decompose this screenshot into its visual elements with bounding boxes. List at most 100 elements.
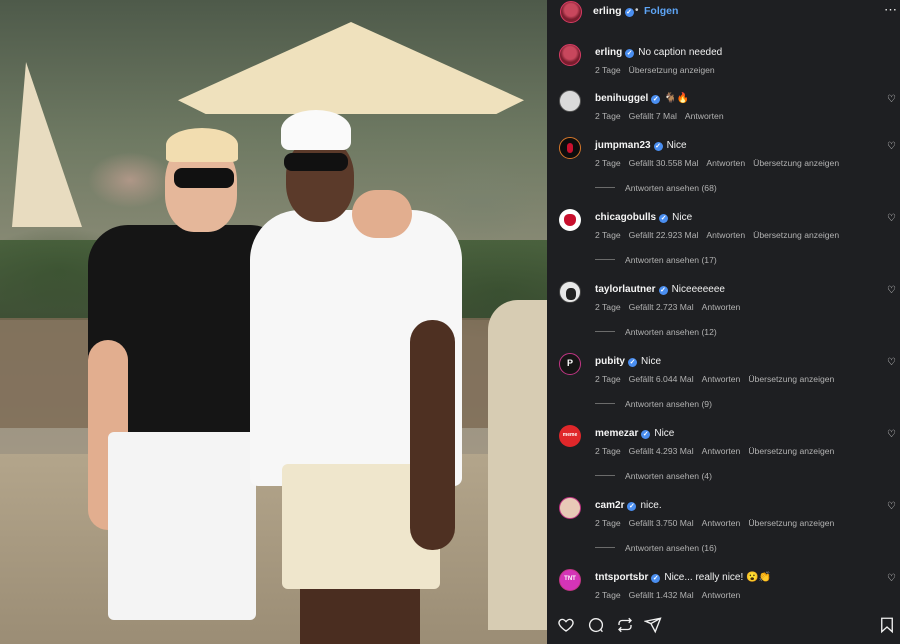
reply-button[interactable]: Antworten <box>702 302 741 312</box>
comment-username[interactable]: pubity <box>595 356 625 367</box>
verified-badge-icon: ✓ <box>651 95 661 104</box>
comment-text: 🐐🔥 <box>664 93 690 104</box>
comment-item: tntsportsbr✓Nice... really nice! 😮👏 2 Ta… <box>547 569 900 605</box>
reply-button[interactable]: Antworten <box>706 230 745 240</box>
like-comment-heart-icon[interactable]: ♡ <box>887 501 896 512</box>
view-replies-button[interactable]: Antworten ansehen (9) <box>595 399 712 409</box>
view-replies-button[interactable]: Antworten ansehen (12) <box>595 327 717 337</box>
like-comment-heart-icon[interactable]: ♡ <box>887 94 896 105</box>
heart-icon[interactable] <box>557 616 579 638</box>
comment-likes[interactable]: Gefällt 4.293 Mal <box>629 446 694 456</box>
photo-person2-sunglasses <box>284 153 348 171</box>
comment-text: Nice <box>654 428 675 439</box>
photo-person2-cap <box>281 110 351 150</box>
comment-username[interactable]: erling <box>595 47 622 58</box>
reply-button[interactable]: Antworten <box>685 111 724 121</box>
comment-item: taylorlautner ✓ Niceeeeeee 2 Tage Gefällt 2… <box>547 281 900 341</box>
comment-username[interactable]: tntsportsbr <box>595 572 648 583</box>
post-action-bar <box>547 612 900 642</box>
view-replies-button[interactable]: Antworten ansehen (68) <box>595 183 717 193</box>
replies-line <box>595 187 615 188</box>
comment-item: benihuggel ✓ 🐐🔥 2 Tage Gefällt 7 Mal Antwort… <box>547 90 900 126</box>
post-header: erling ✓ • Folgen ⋯ <box>547 0 900 24</box>
comment-text: Niceeeeeee <box>671 284 725 295</box>
replies-line <box>595 403 615 404</box>
comment-item: jumpman23 ✓ Nice 2 Tage Gefällt 30.558 Mal A… <box>547 137 900 197</box>
comment-likes[interactable]: Gefällt 30.558 Mal <box>629 158 699 168</box>
comment-text: Nice <box>641 356 662 367</box>
comment-likes[interactable]: Gefällt 2.723 Mal <box>629 302 694 312</box>
replies-line <box>595 475 615 476</box>
comment-likes[interactable]: Gefällt 1.432 Mal <box>629 590 694 600</box>
view-replies-button[interactable]: Antworten ansehen (4) <box>595 471 712 481</box>
comment-avatar[interactable] <box>559 497 581 519</box>
replies-line <box>595 331 615 332</box>
comment-likes[interactable]: Gefällt 6.044 Mal <box>629 374 694 384</box>
like-comment-heart-icon[interactable]: ♡ <box>887 429 896 440</box>
reply-button[interactable]: Antworten <box>702 518 741 528</box>
verified-badge-icon: ✓ <box>659 214 669 223</box>
send-icon[interactable] <box>643 616 666 638</box>
follow-button[interactable]: Folgen <box>644 5 678 17</box>
post-photo[interactable] <box>0 0 547 644</box>
comment-likes[interactable]: Gefällt 3.750 Mal <box>629 518 694 528</box>
comment-meta: 2 Tage Gefällt 7 Mal Antworten <box>595 111 732 121</box>
comment-time: 2 Tage <box>595 65 621 75</box>
translate-link[interactable]: Übersetzung anzeigen <box>753 158 839 168</box>
comment-time: 2 Tage <box>595 446 621 456</box>
comment-username[interactable]: memezar <box>595 428 638 439</box>
comment-avatar[interactable] <box>559 353 581 375</box>
like-comment-heart-icon[interactable]: ♡ <box>887 141 896 152</box>
translate-link[interactable]: Übersetzung anzeigen <box>748 446 834 456</box>
comment-username[interactable]: benihuggel <box>595 93 648 104</box>
like-comment-heart-icon[interactable]: ♡ <box>887 573 896 584</box>
comment-time: 2 Tage <box>595 374 621 384</box>
reply-button[interactable]: Antworten <box>702 374 741 384</box>
author-avatar[interactable] <box>560 1 582 23</box>
comment-time: 2 Tage <box>595 111 621 121</box>
photo-person1-hair <box>166 128 238 162</box>
like-comment-heart-icon[interactable]: ♡ <box>887 285 896 296</box>
comment-likes[interactable]: Gefällt 7 Mal <box>629 111 677 121</box>
view-replies-button[interactable]: Antworten ansehen (17) <box>595 255 717 265</box>
photo-person-right-edge <box>488 300 547 630</box>
verified-badge-icon: ✓ <box>625 49 635 58</box>
bookmark-icon[interactable] <box>878 616 900 638</box>
comment-avatar[interactable] <box>559 281 581 303</box>
comment-avatar[interactable] <box>559 569 581 591</box>
comment-username[interactable]: jumpman23 <box>595 140 651 151</box>
comment-time: 2 Tage <box>595 302 621 312</box>
comment-likes[interactable]: Gefällt 22.923 Mal <box>629 230 699 240</box>
reply-button[interactable]: Antworten <box>702 446 741 456</box>
verified-badge-icon: ✓ <box>658 286 668 295</box>
comment-meta: 2 Tage Übersetzung anzeigen <box>595 65 723 75</box>
comment-avatar[interactable] <box>559 90 581 112</box>
translate-link[interactable]: Übersetzung anzeigen <box>748 374 834 384</box>
photo-person1-hand-on-shoulder <box>352 190 412 238</box>
reply-button[interactable]: Antworten <box>706 158 745 168</box>
like-comment-heart-icon[interactable]: ♡ <box>887 213 896 224</box>
comment-icon[interactable] <box>587 616 609 638</box>
comment-avatar[interactable] <box>559 209 581 231</box>
replies-line <box>595 547 615 548</box>
like-comment-heart-icon[interactable]: ♡ <box>887 357 896 368</box>
more-options-icon[interactable]: ⋯ <box>884 2 898 18</box>
author-username[interactable]: erling ✓ <box>593 5 634 17</box>
comment-time: 2 Tage <box>595 590 621 600</box>
comment-item: cam2r ✓ nice. 2 Tage Gefällt 3.750 Mal Antwo… <box>547 497 900 557</box>
comment-meta: 2 Tage Gefällt 2.723 Mal Antworten <box>595 302 748 312</box>
translate-link[interactable]: Übersetzung anzeigen <box>753 230 839 240</box>
translate-link[interactable]: Übersetzung anzeigen <box>629 65 715 75</box>
repost-icon[interactable] <box>616 616 638 638</box>
view-replies-button[interactable]: Antworten ansehen (16) <box>595 543 717 553</box>
comment-avatar[interactable] <box>559 44 581 66</box>
comment-username[interactable]: cam2r <box>595 500 624 511</box>
comment-username[interactable]: taylorlautner <box>595 284 656 295</box>
comment-avatar[interactable] <box>559 425 581 447</box>
comment-time: 2 Tage <box>595 230 621 240</box>
comment-avatar[interactable] <box>559 137 581 159</box>
verified-badge-icon: ✓ <box>627 502 637 511</box>
comment-username[interactable]: chicagobulls <box>595 212 656 223</box>
translate-link[interactable]: Übersetzung anzeigen <box>748 518 834 528</box>
reply-button[interactable]: Antworten <box>702 590 741 600</box>
